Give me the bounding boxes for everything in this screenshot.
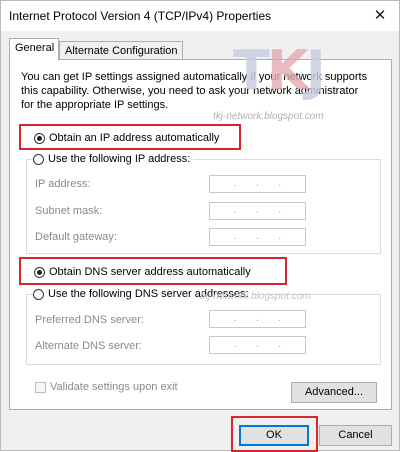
tab-alternate-configuration[interactable]: Alternate Configuration	[59, 41, 183, 60]
cancel-button[interactable]: Cancel	[319, 425, 392, 446]
obtain-dns-auto-label: Obtain DNS server address automatically	[49, 266, 251, 278]
preferred-dns-field[interactable]: ...	[209, 310, 306, 328]
use-following-dns-label: Use the following DNS server addresses:	[48, 288, 249, 300]
dns-server-group	[26, 294, 381, 365]
close-icon[interactable]: ✕	[369, 5, 391, 27]
validate-settings-checkbox[interactable]: Validate settings upon exit	[35, 381, 178, 393]
advanced-button[interactable]: Advanced...	[291, 382, 377, 403]
window-title: Internet Protocol Version 4 (TCP/IPv4) P…	[9, 9, 272, 23]
radio-checked-icon	[34, 266, 45, 278]
radio-checked-icon	[34, 132, 45, 144]
obtain-ip-auto-radio[interactable]: Obtain an IP address automatically	[34, 132, 219, 144]
obtain-ip-auto-label: Obtain an IP address automatically	[49, 132, 220, 144]
use-following-dns-radio[interactable]: Use the following DNS server addresses:	[33, 288, 252, 300]
subnet-mask-label: Subnet mask:	[35, 205, 103, 217]
radio-unchecked-icon	[33, 153, 44, 165]
tab-general[interactable]: General	[9, 38, 59, 60]
properties-dialog: Internet Protocol Version 4 (TCP/IPv4) P…	[0, 0, 400, 452]
alternate-dns-field[interactable]: ...	[209, 336, 306, 354]
validate-settings-label: Validate settings upon exit	[50, 381, 178, 393]
description-text: You can get IP settings assigned automat…	[21, 71, 368, 111]
title-bar: Internet Protocol Version 4 (TCP/IPv4) P…	[1, 1, 399, 31]
default-gateway-field[interactable]: ...	[209, 228, 306, 246]
ip-address-label: IP address:	[35, 178, 91, 190]
alternate-dns-label: Alternate DNS server:	[35, 340, 142, 352]
ip-address-field[interactable]: ...	[209, 175, 306, 193]
radio-unchecked-icon	[33, 288, 44, 300]
use-following-ip-label: Use the following IP address:	[48, 153, 191, 165]
obtain-dns-auto-radio[interactable]: Obtain DNS server address automatically	[34, 266, 251, 278]
preferred-dns-label: Preferred DNS server:	[35, 314, 144, 326]
use-following-ip-radio[interactable]: Use the following IP address:	[33, 153, 194, 165]
checkbox-unchecked-icon	[35, 381, 46, 393]
ok-button[interactable]: OK	[239, 425, 309, 446]
default-gateway-label: Default gateway:	[35, 231, 117, 243]
subnet-mask-field[interactable]: ...	[209, 202, 306, 220]
